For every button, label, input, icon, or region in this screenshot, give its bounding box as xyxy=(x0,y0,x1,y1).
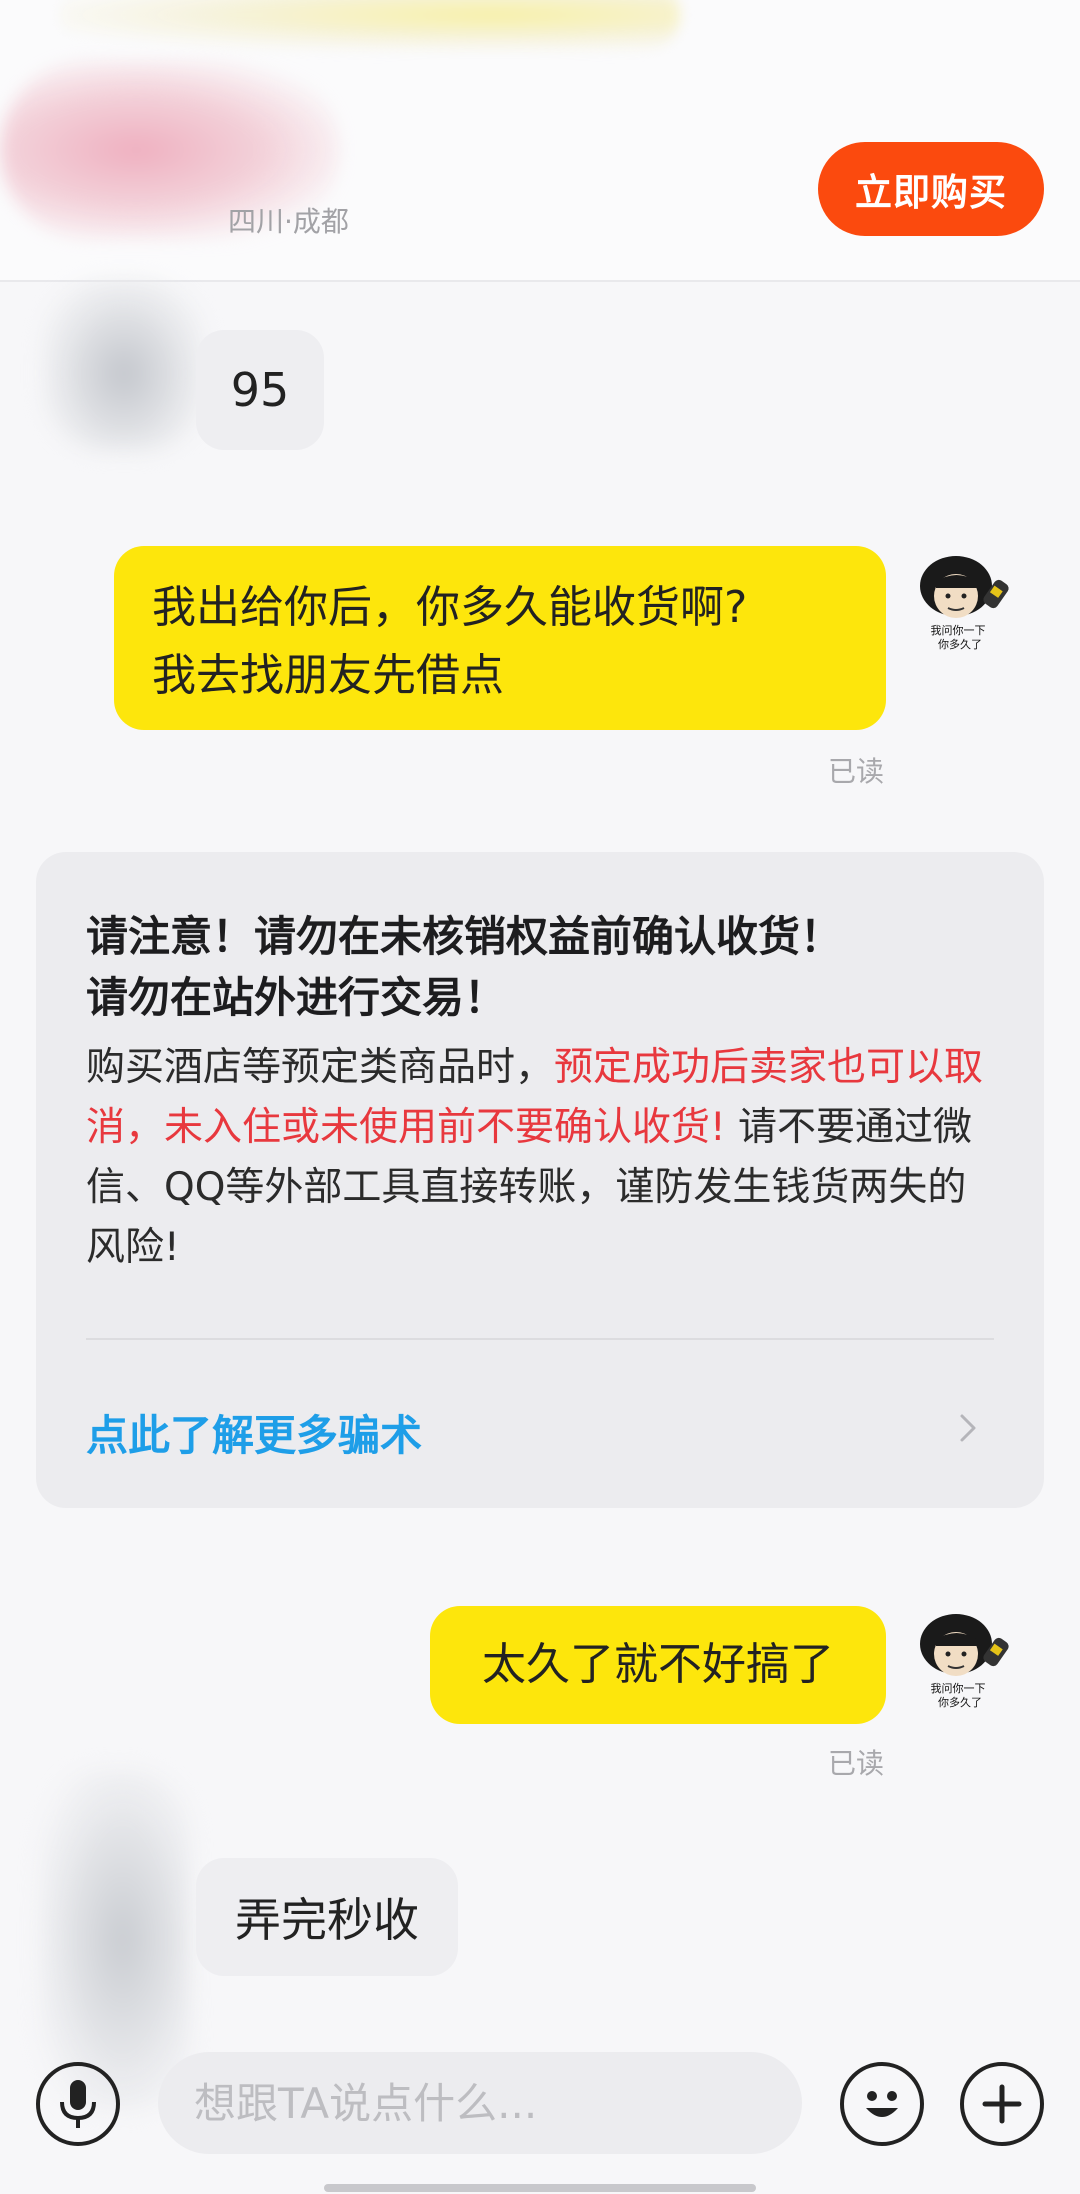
chevron-right-icon[interactable] xyxy=(948,1408,988,1448)
emoji-icon xyxy=(866,2091,898,2117)
message-input[interactable] xyxy=(158,2052,802,2154)
microphone-icon xyxy=(60,2080,96,2128)
blurred-product-image xyxy=(60,0,680,50)
emoji-button[interactable] xyxy=(840,2062,924,2146)
svg-text:你多久了: 你多久了 xyxy=(938,1695,982,1709)
voice-button[interactable] xyxy=(36,2062,120,2146)
buy-now-button[interactable]: 立即购买 xyxy=(818,142,1044,236)
chat-header: 四川·成都 立即购买 xyxy=(0,0,1080,282)
learn-more-scams-link[interactable]: 点此了解更多骗术 xyxy=(86,1402,422,1463)
safety-notice-card: 请注意！请勿在未核销权益前确认收货！ 请勿在站外进行交易！ 购买酒店等预定类商品… xyxy=(36,852,1044,1508)
svg-text:你多久了: 你多久了 xyxy=(938,637,982,651)
notice-title: 请注意！请勿在未核销权益前确认收货！ 请勿在站外进行交易！ xyxy=(86,912,843,1022)
more-actions-button[interactable] xyxy=(960,2062,1044,2146)
message-bubble-incoming[interactable]: 95 xyxy=(196,330,324,450)
message-line: 我出给你后，你多久能收货啊? xyxy=(152,582,748,633)
notice-body: 购买酒店等预定类商品时，预定成功后卖家也可以取消，未入住或未使用前不要确认收货!… xyxy=(86,1045,984,1270)
message-bubble-outgoing[interactable]: 我出给你后，你多久能收货啊? 我去找朋友先借点 xyxy=(114,546,886,730)
read-status: 已读 xyxy=(828,1747,885,1780)
read-status: 已读 xyxy=(828,755,885,788)
divider xyxy=(86,1338,994,1340)
message-line: 我去找朋友先借点 xyxy=(152,650,504,701)
message-bubble-outgoing[interactable]: 太久了就不好搞了 xyxy=(430,1606,886,1724)
seller-location: 四川·成都 xyxy=(228,205,349,238)
sticker-avatar-icon[interactable]: 我问你一下 你多久了 xyxy=(906,548,1026,668)
home-indicator xyxy=(324,2184,756,2192)
avatar[interactable] xyxy=(44,280,204,450)
sticker-avatar-icon[interactable]: 我问你一下 你多久了 xyxy=(906,1606,1026,1726)
input-bar xyxy=(0,2040,1080,2194)
message-bubble-incoming[interactable]: 弄完秒收 xyxy=(196,1858,458,1976)
svg-text:我问你一下: 我问你一下 xyxy=(931,624,986,637)
plus-icon xyxy=(982,2084,1022,2124)
svg-text:我问你一下: 我问你一下 xyxy=(931,1682,986,1695)
